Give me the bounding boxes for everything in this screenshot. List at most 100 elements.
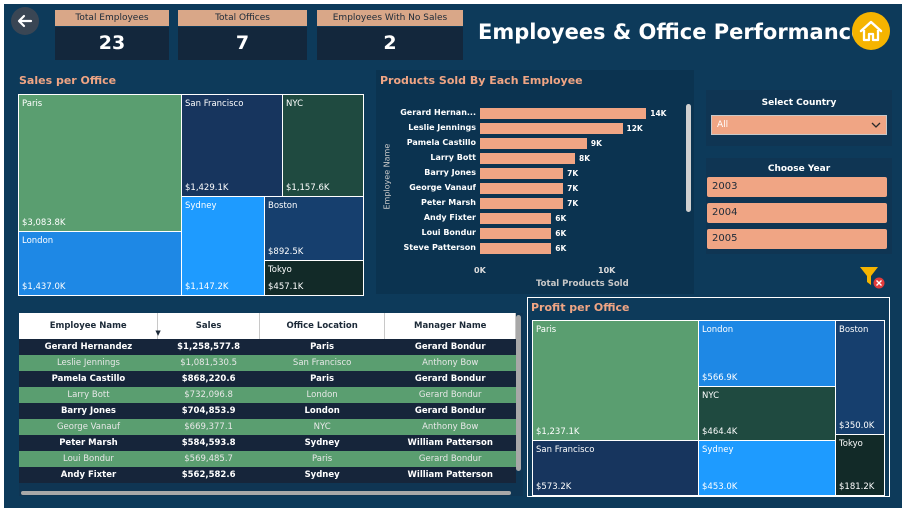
table-cell: Paris	[259, 339, 385, 355]
bar-data-label: 14K	[650, 109, 667, 118]
bar[interactable]	[480, 108, 647, 119]
table-horizontal-scrollbar[interactable]	[21, 491, 511, 495]
table-row[interactable]: Larry Bott $732,096.8 London Gerard Bondur	[19, 387, 516, 403]
table-cell: $704,853.9	[157, 403, 260, 419]
cell-name: San Francisco	[536, 445, 595, 455]
year-button-2005[interactable]: 2005	[707, 229, 887, 249]
treemap-cell-london[interactable]: London $566.9K	[698, 320, 836, 387]
cell-name: London	[702, 325, 734, 335]
kpi-value: 7	[178, 27, 307, 60]
treemap-cell-san-francisco[interactable]: San Francisco $1,429.1K	[181, 94, 283, 197]
table-cell: Paris	[259, 451, 385, 467]
column-header-employee-name[interactable]: Employee Name	[19, 313, 159, 339]
treemap-cell-tokyo[interactable]: Tokyo $181.2K	[835, 434, 885, 496]
profit-per-office-panel: Profit per Office Paris $1,237.1K San Fr…	[527, 297, 890, 497]
dashboard-canvas: Total Employees 23 Total Offices 7 Emplo…	[4, 4, 902, 508]
bar[interactable]	[480, 138, 587, 149]
table-cell: $669,377.1	[157, 419, 260, 435]
home-button[interactable]	[852, 12, 890, 50]
table-cell: Gerard Bondur	[384, 371, 516, 387]
cell-name: Paris	[22, 99, 43, 109]
table-cell: William Patterson	[384, 467, 516, 483]
table-row[interactable]: Pamela Castillo $868,220.6 Paris Gerard Bon…	[19, 371, 516, 387]
cell-name: Tokyo	[268, 265, 292, 275]
back-button[interactable]	[11, 7, 39, 35]
treemap-cell-boston[interactable]: Boston $892.5K	[264, 196, 364, 261]
cell-name: Boston	[839, 325, 869, 335]
table-row[interactable]: Leslie Jennings $1,081,530.5 San Francisco…	[19, 355, 516, 371]
table-cell: Sydney	[259, 435, 385, 451]
cell-value: $350.0K	[839, 421, 875, 431]
employee-table: Employee Name Sales ▼ Office Location Man…	[19, 313, 516, 483]
bar[interactable]	[480, 183, 564, 194]
bar[interactable]	[480, 213, 552, 224]
column-header-manager-name[interactable]: Manager Name	[384, 313, 516, 339]
bar-category-label: Gerard Hernan...	[400, 108, 476, 117]
table-cell: $868,220.6	[157, 371, 260, 387]
table-cell: London	[259, 387, 385, 403]
treemap-cell-sydney[interactable]: Sydney $453.0K	[698, 440, 836, 496]
table-header: Employee Name Sales ▼ Office Location Man…	[19, 313, 516, 339]
year-button-2003[interactable]: 2003	[707, 177, 887, 197]
treemap-cell-london[interactable]: London $1,437.0K	[18, 231, 182, 296]
cell-name: San Francisco	[185, 99, 244, 109]
bar-area: Gerard Hernan... 14K Leslie Jennings 12K Pam…	[376, 108, 676, 258]
treemap-cell-tokyo[interactable]: Tokyo $457.1K	[264, 260, 364, 296]
country-select[interactable]: All	[711, 115, 887, 135]
table-cell: Loui Bondur	[19, 451, 158, 467]
bar[interactable]	[480, 168, 564, 179]
kpi-value: 2	[317, 27, 463, 60]
page-title: Employees & Office Performance	[478, 20, 866, 44]
table-cell: Gerard Bondur	[384, 451, 516, 467]
sort-desc-icon: ▼	[155, 329, 161, 337]
table-cell: Andy Fixter	[19, 467, 158, 483]
bar-row: Gerard Hernan... 14K	[376, 108, 676, 119]
table-row[interactable]: Andy Fixter $562,582.6 Sydney William Patte…	[19, 467, 516, 483]
bar[interactable]	[480, 228, 552, 239]
table-cell: London	[259, 403, 385, 419]
kpi-employees-no-sales: Employees With No Sales 2	[317, 10, 463, 60]
bar[interactable]	[480, 123, 623, 134]
bar-category-label: Barry Jones	[424, 168, 476, 177]
bar[interactable]	[480, 243, 552, 254]
table-cell: Gerard Bondur	[384, 339, 516, 355]
table-row[interactable]: Barry Jones $704,853.9 London Gerard Bondur	[19, 403, 516, 419]
treemap-cell-nyc[interactable]: NYC $1,157.6K	[282, 94, 364, 197]
table-row[interactable]: Peter Marsh $584,593.8 Sydney William Patte…	[19, 435, 516, 451]
table-row[interactable]: Loui Bondur $569,485.7 Paris Gerard Bondur	[19, 451, 516, 467]
cell-value: $1,437.0K	[22, 282, 66, 292]
table-cell: Gerard Hernandez	[19, 339, 158, 355]
bar-data-label: 7K	[567, 199, 579, 208]
treemap-cell-nyc[interactable]: NYC $464.4K	[698, 386, 836, 441]
profit-per-office-treemap: Paris $1,237.1K San Francisco $573.2K Lo…	[532, 320, 885, 496]
treemap-cell-sydney[interactable]: Sydney $1,147.2K	[181, 196, 265, 296]
cell-value: $1,429.1K	[185, 183, 229, 193]
x-tick-0: 0K	[474, 266, 486, 275]
cell-name: London	[22, 236, 54, 246]
treemap-cell-boston[interactable]: Boston $350.0K	[835, 320, 885, 435]
bar-data-label: 6K	[555, 214, 567, 223]
cell-name: Sydney	[702, 445, 734, 455]
table-cell: William Patterson	[384, 435, 516, 451]
table-row[interactable]: Gerard Hernandez $1,258,577.8 Paris Gerard …	[19, 339, 516, 355]
bar[interactable]	[480, 153, 575, 164]
table-cell: Peter Marsh	[19, 435, 158, 451]
bar-row: Leslie Jennings 12K	[376, 123, 676, 134]
chart-scrollbar[interactable]	[686, 104, 691, 212]
cell-name: Boston	[268, 201, 298, 211]
treemap-cell-san-francisco[interactable]: San Francisco $573.2K	[532, 440, 699, 496]
clear-filter-button[interactable]	[858, 264, 886, 290]
table-vertical-scrollbar[interactable]	[516, 315, 521, 471]
treemap-cell-paris[interactable]: Paris $1,237.1K	[532, 320, 699, 441]
column-header-sales[interactable]: Sales ▼	[155, 313, 260, 339]
year-button-2004[interactable]: 2004	[707, 203, 887, 223]
column-header-office-location[interactable]: Office Location	[259, 313, 386, 339]
bar[interactable]	[480, 198, 564, 209]
table-row[interactable]: George Vanauf $669,377.1 NYC Anthony Bow	[19, 419, 516, 435]
bar-category-label: Loui Bondur	[421, 228, 476, 237]
table-cell: $732,096.8	[157, 387, 260, 403]
treemap-cell-paris[interactable]: Paris $3,083.8K	[18, 94, 182, 232]
cell-value: $181.2K	[839, 482, 875, 492]
cell-value: $566.9K	[702, 373, 738, 383]
bar-row: Pamela Castillo 9K	[376, 138, 676, 149]
